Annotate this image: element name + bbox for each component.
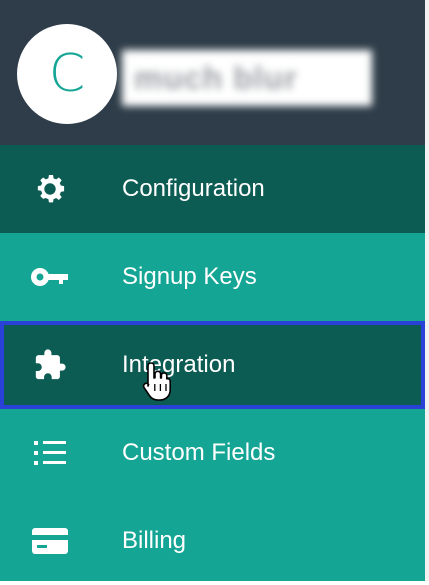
puzzle-icon [30, 347, 70, 383]
sidebar-menu: Configuration Signup Keys Integration Cu… [0, 145, 425, 585]
sidebar: C much blur Configuration Signup Keys In… [0, 0, 429, 581]
avatar[interactable]: C [17, 24, 117, 124]
gear-icon [30, 171, 70, 207]
credit-card-icon [30, 523, 70, 559]
sidebar-item-label: Custom Fields [122, 439, 276, 466]
avatar-letter: C [48, 44, 86, 104]
sidebar-item-label: Integration [122, 351, 236, 378]
sidebar-item-custom-fields[interactable]: Custom Fields [0, 409, 425, 497]
sidebar-item-label: Billing [122, 527, 187, 554]
sidebar-item-integration[interactable]: Integration [0, 321, 425, 409]
key-icon [30, 259, 70, 295]
sidebar-item-signup-keys[interactable]: Signup Keys [0, 233, 425, 321]
list-icon [30, 435, 70, 471]
sidebar-item-label: Signup Keys [122, 263, 257, 290]
sidebar-item-configuration[interactable]: Configuration [0, 145, 425, 233]
sidebar-item-billing[interactable]: Billing [0, 497, 425, 585]
sidebar-item-label: Configuration [122, 175, 265, 202]
account-name-blurred[interactable]: much blur [122, 50, 372, 106]
account-header: C much blur [0, 0, 425, 145]
